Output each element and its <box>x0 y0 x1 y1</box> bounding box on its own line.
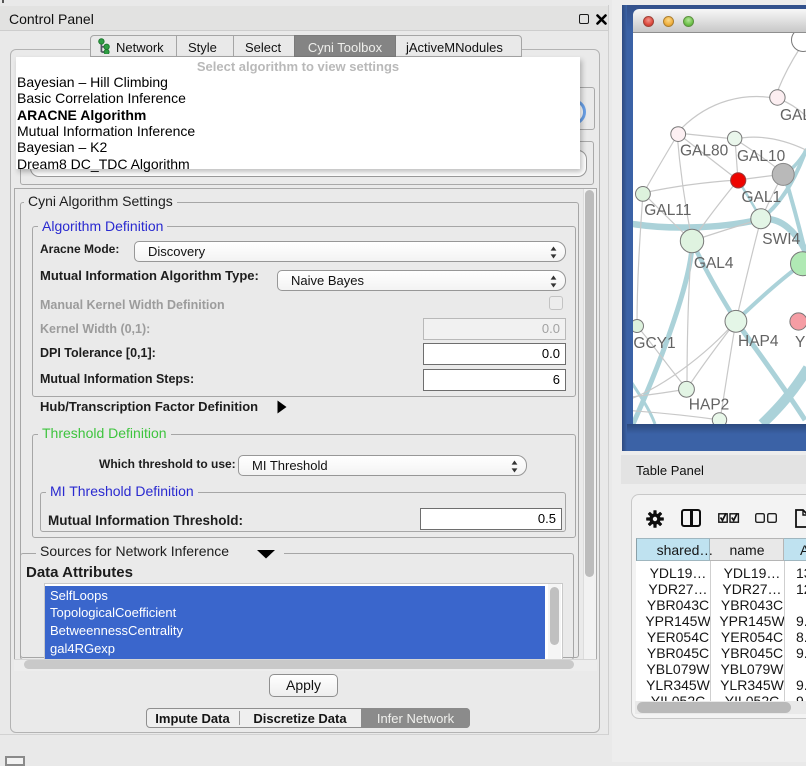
svg-text:GAL4: GAL4 <box>694 255 734 272</box>
svg-text:GAL11: GAL11 <box>644 202 691 219</box>
svg-text:GCY1: GCY1 <box>633 335 675 352</box>
svg-text:SWI4: SWI4 <box>762 231 800 248</box>
svg-text:GAL2: GAL2 <box>780 107 806 124</box>
svg-text:GAL80: GAL80 <box>680 142 729 159</box>
svg-text:GAL1: GAL1 <box>742 189 782 206</box>
svg-text:GAL10: GAL10 <box>737 148 786 165</box>
svg-text:Y: Y <box>795 334 805 351</box>
svg-text:HAP4: HAP4 <box>738 333 779 350</box>
svg-text:HAP2: HAP2 <box>689 397 730 414</box>
